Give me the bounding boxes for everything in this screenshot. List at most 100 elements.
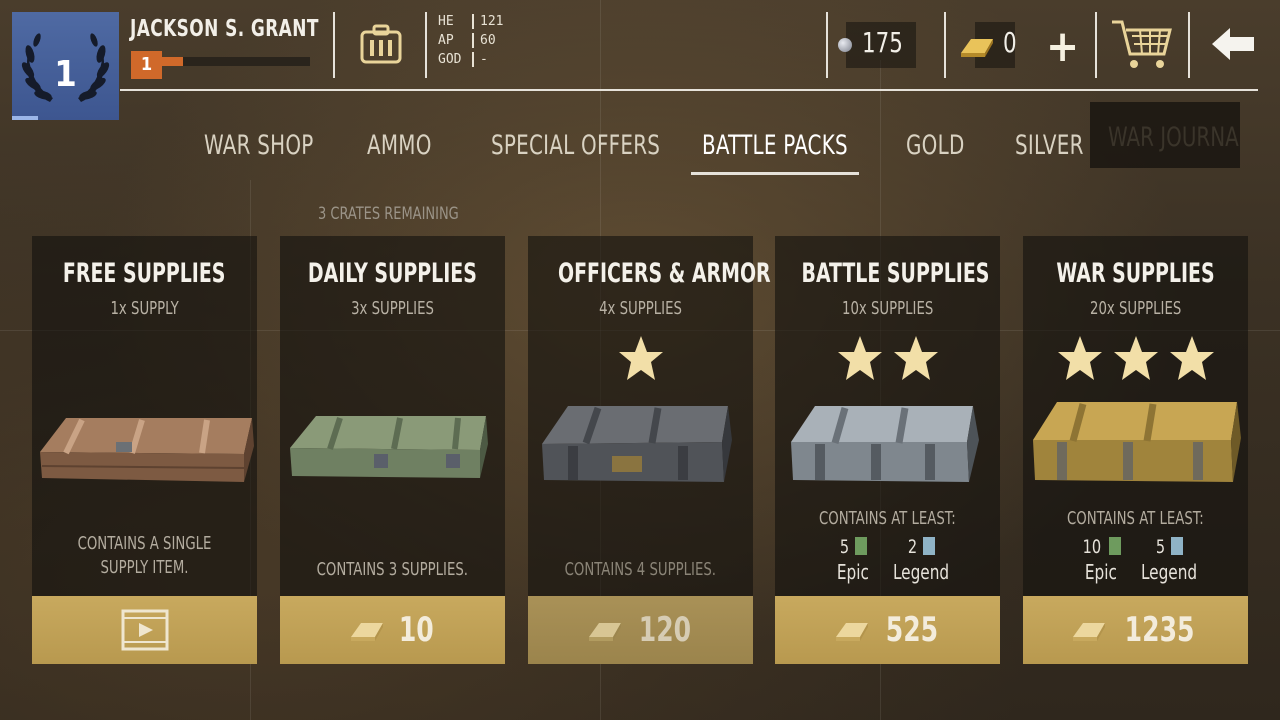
xp-bar	[162, 57, 310, 66]
rank-number: 1	[54, 54, 77, 95]
legend-guarantee: 2 Legend	[881, 536, 961, 584]
level-badge: 1	[131, 51, 162, 79]
tab-silver[interactable]: SILVER	[1015, 130, 1084, 161]
star-icon	[893, 336, 938, 380]
pack-description: CONTAINS A SINGLE SUPPLY ITEM.	[42, 532, 247, 580]
tab-battle-packs[interactable]: BATTLE PACKS	[702, 130, 848, 161]
pack-card-battle-supplies[interactable]: BATTLE SUPPLIES 10x SUPPLIES CONTAINS AT…	[775, 236, 1000, 664]
pack-card-daily-supplies[interactable]: DAILY SUPPLIES 3x SUPPLIES CONTAINS 3 SU…	[280, 236, 505, 664]
silver-amount: 175	[862, 26, 903, 59]
xp-bar-fill	[162, 57, 183, 66]
divider	[1095, 12, 1097, 78]
gold-bar-icon	[961, 39, 993, 57]
stat-value: -	[480, 52, 488, 67]
pack-description-text: CONTAINS A SINGLE SUPPLY ITEM.	[77, 533, 212, 578]
top-bar-divider	[120, 89, 1258, 91]
legend-count: 5	[1155, 536, 1165, 558]
silver-coin-icon	[838, 38, 852, 52]
rank-badge[interactable]: 1	[12, 12, 119, 120]
gold-bar-icon	[351, 623, 384, 641]
star-icon	[1169, 336, 1214, 380]
top-bar: 1 JACKSON S. GRANT 1 HE 121 AP 60 GOD - 175…	[0, 0, 1280, 120]
stat-divider	[472, 33, 474, 48]
player-name: JACKSON S. GRANT	[130, 16, 319, 42]
pack-title-text: OFFICERS & ARMOR	[557, 258, 771, 289]
star-icon	[1113, 336, 1158, 380]
divider	[944, 12, 946, 78]
star-icon	[618, 336, 663, 380]
tab-ammo[interactable]: AMMO	[367, 130, 432, 161]
pack-title: FREE SUPPLIES	[32, 258, 257, 289]
epic-label-text: Epic	[836, 560, 870, 584]
stat-value: 60	[480, 33, 496, 48]
pack-title-text: FREE SUPPLIES	[63, 258, 226, 289]
pack-subtitle-text: 1x SUPPLY	[110, 298, 179, 319]
pack-title-text: BATTLE SUPPLIES	[801, 258, 990, 289]
ammo-crate-icon[interactable]	[360, 24, 402, 66]
crates-remaining-label: 3 CRATES REMAINING	[318, 204, 459, 224]
wooden-crate-image	[40, 418, 254, 482]
gold-bar-icon	[1072, 623, 1105, 641]
star-icon	[1057, 336, 1102, 380]
pack-description-text: CONTAINS 3 SUPPLIES.	[316, 559, 469, 580]
divider	[333, 12, 335, 78]
tab-war-journal[interactable]: WAR JOURNAL	[1090, 102, 1240, 168]
buy-war-supplies-button[interactable]: 1235	[1023, 596, 1248, 664]
epic-label-text: Epic	[1084, 560, 1118, 584]
buy-daily-supplies-button[interactable]: 10	[280, 596, 505, 664]
stat-row-god: GOD -	[438, 50, 503, 69]
legend-rarity-swatch	[1171, 537, 1184, 555]
pack-description: CONTAINS 4 SUPPLIES.	[538, 558, 743, 582]
tab-special-offers[interactable]: SPECIAL OFFERS	[491, 130, 660, 161]
pack-subtitle: 10x SUPPLIES	[775, 298, 1000, 319]
stat-row-he: HE 121	[438, 12, 503, 31]
pack-card-war-supplies[interactable]: WAR SUPPLIES 20x SUPPLIES CONTAINS AT LE…	[1023, 236, 1248, 664]
pack-card-free-supplies[interactable]: FREE SUPPLIES 1x SUPPLY CONTAINS A SINGL…	[32, 236, 257, 664]
gold-amount: 0	[1003, 26, 1017, 59]
price-value: 525	[885, 610, 938, 650]
legend-count: 2	[907, 536, 917, 558]
grey-crate-image	[542, 406, 732, 482]
stat-key: HE	[438, 14, 454, 29]
stat-divider	[472, 52, 474, 67]
rank-progress-stripe	[12, 116, 38, 120]
epic-count: 10	[1082, 536, 1102, 558]
stat-divider	[472, 14, 474, 29]
price-value: 10	[399, 610, 434, 650]
tab-gold[interactable]: GOLD	[906, 130, 965, 161]
epic-rarity-swatch	[1108, 537, 1121, 555]
stat-row-ap: AP 60	[438, 31, 503, 50]
pack-subtitle-text: 20x SUPPLIES	[1089, 298, 1182, 319]
star-icon	[837, 336, 882, 380]
watch-video-button[interactable]	[32, 596, 257, 664]
pack-subtitle-text: 10x SUPPLIES	[841, 298, 934, 319]
rarity-stars	[528, 334, 753, 382]
epic-rarity-swatch	[855, 537, 868, 555]
gold-bar-icon	[835, 623, 868, 641]
contains-at-least-text: CONTAINS AT LEAST:	[1067, 508, 1204, 529]
gold-bar-icon	[588, 623, 621, 641]
legend-label: Legend	[1129, 560, 1209, 584]
pack-subtitle: 1x SUPPLY	[32, 298, 257, 319]
buy-battle-supplies-button[interactable]: 525	[775, 596, 1000, 664]
pack-title-text: WAR SUPPLIES	[1056, 258, 1215, 289]
divider	[1188, 12, 1190, 78]
legend-rarity-swatch	[923, 537, 936, 555]
contains-at-least-text: CONTAINS AT LEAST:	[819, 508, 956, 529]
green-crate-image	[290, 416, 488, 478]
back-arrow-icon[interactable]	[1212, 26, 1256, 62]
ammo-stats: HE 121 AP 60 GOD -	[438, 12, 503, 69]
pack-title: OFFICERS & ARMOR	[528, 258, 771, 289]
divider	[826, 12, 828, 78]
pack-subtitle: 4x SUPPLIES	[528, 298, 753, 319]
contains-at-least-label: CONTAINS AT LEAST:	[1023, 508, 1248, 529]
plus-icon[interactable]: +	[1046, 25, 1079, 69]
shopping-cart-icon[interactable]	[1110, 16, 1174, 74]
buy-officers-armor-button[interactable]: 120	[528, 596, 753, 664]
divider	[425, 12, 427, 78]
pack-subtitle-text: 4x SUPPLIES	[599, 298, 682, 319]
pack-card-officers-armor[interactable]: OFFICERS & ARMOR 4x SUPPLIES CONTAINS 4 …	[528, 236, 771, 664]
active-tab-indicator	[691, 172, 859, 175]
tab-war-shop[interactable]: WAR SHOP	[204, 130, 314, 161]
price-value: 120	[638, 610, 691, 650]
